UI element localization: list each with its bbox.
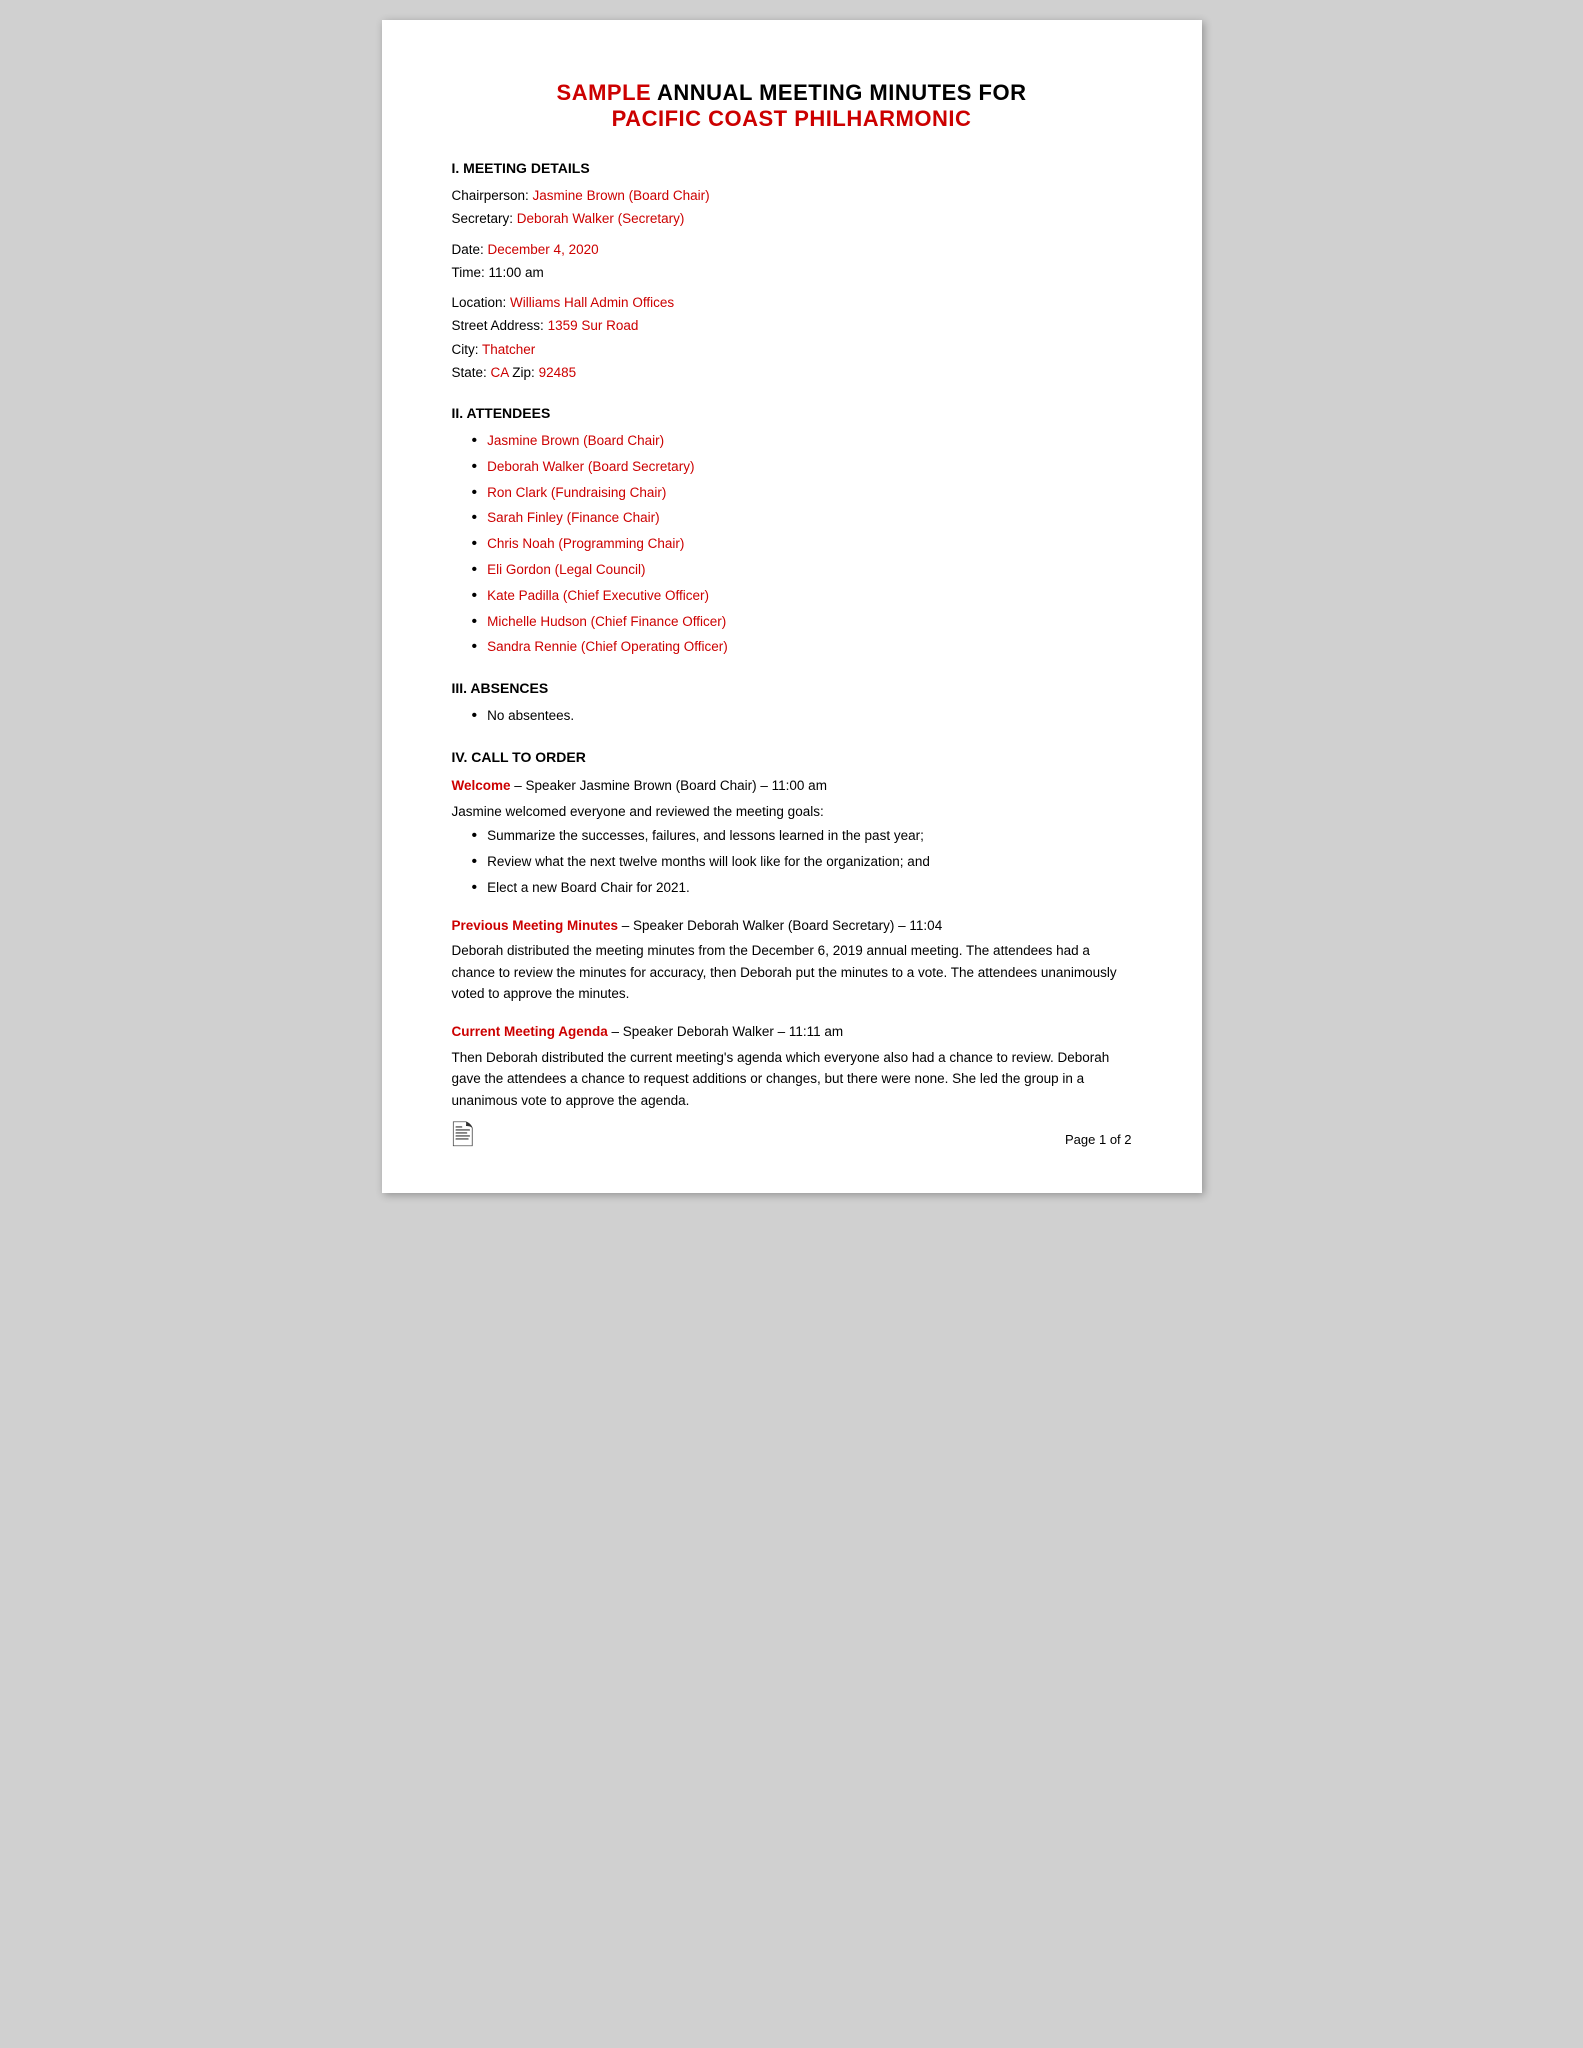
current-agenda-body: Then Deborah distributed the current mee… bbox=[452, 1047, 1132, 1112]
list-item: Sandra Rennie (Chief Operating Officer) bbox=[472, 637, 1132, 658]
section-heading-attendees: II. ATTENDEES bbox=[452, 405, 1132, 421]
document-page: SAMPLE ANNUAL MEETING MINUTES FOR PACIFI… bbox=[382, 20, 1202, 1193]
section-absences: III. ABSENCES No absentees. bbox=[452, 680, 1132, 727]
list-item: Kate Padilla (Chief Executive Officer) bbox=[472, 586, 1132, 607]
section-heading-meeting-details: I. MEETING DETAILS bbox=[452, 160, 1132, 176]
welcome-block: Welcome – Speaker Jasmine Brown (Board C… bbox=[452, 775, 1132, 899]
state-label: State: bbox=[452, 365, 491, 380]
street-line: Street Address: 1359 Sur Road bbox=[452, 316, 1132, 336]
list-item: Ron Clark (Fundraising Chair) bbox=[472, 483, 1132, 504]
list-item: Deborah Walker (Board Secretary) bbox=[472, 457, 1132, 478]
previous-minutes-bold-label: Previous Meeting Minutes bbox=[452, 918, 619, 933]
title-annual-rest: ANNUAL MEETING MINUTES FOR bbox=[651, 80, 1026, 105]
section-call-to-order: IV. CALL TO ORDER Welcome – Speaker Jasm… bbox=[452, 749, 1132, 1111]
absences-list: No absentees. bbox=[472, 706, 1132, 727]
street-label: Street Address: bbox=[452, 318, 548, 333]
list-item: Jasmine Brown (Board Chair) bbox=[472, 431, 1132, 452]
current-agenda-rest: Speaker Deborah Walker – 11:11 am bbox=[623, 1024, 843, 1039]
list-item: Elect a new Board Chair for 2021. bbox=[472, 878, 1132, 899]
location-value: Williams Hall Admin Offices bbox=[510, 295, 674, 310]
previous-minutes-dash: – bbox=[618, 918, 633, 933]
footer-page-number: Page 1 of 2 bbox=[1065, 1132, 1132, 1147]
current-agenda-block: Current Meeting Agenda – Speaker Deborah… bbox=[452, 1021, 1132, 1111]
section-attendees: II. ATTENDEES Jasmine Brown (Board Chair… bbox=[452, 405, 1132, 658]
secretary-label: Secretary: bbox=[452, 211, 517, 226]
footer-document-icon: 🖹 bbox=[452, 1115, 475, 1163]
section-heading-call-to-order: IV. CALL TO ORDER bbox=[452, 749, 1132, 765]
current-agenda-header: Current Meeting Agenda – Speaker Deborah… bbox=[452, 1021, 1132, 1043]
time-value: 11:00 am bbox=[489, 265, 544, 280]
welcome-dash: – bbox=[511, 778, 526, 793]
date-label: Date: bbox=[452, 242, 488, 257]
document-title: SAMPLE ANNUAL MEETING MINUTES FOR PACIFI… bbox=[452, 80, 1132, 132]
zip-value: 92485 bbox=[539, 365, 577, 380]
welcome-goals-list: Summarize the successes, failures, and l… bbox=[472, 826, 1132, 898]
previous-minutes-block: Previous Meeting Minutes – Speaker Debor… bbox=[452, 915, 1132, 1005]
location-line: Location: Williams Hall Admin Offices bbox=[452, 293, 1132, 313]
city-value: Thatcher bbox=[482, 342, 535, 357]
welcome-rest: Speaker Jasmine Brown (Board Chair) – 11… bbox=[526, 778, 827, 793]
welcome-bold-label: Welcome bbox=[452, 778, 511, 793]
secretary-line: Secretary: Deborah Walker (Secretary) bbox=[452, 209, 1132, 229]
previous-minutes-rest: Speaker Deborah Walker (Board Secretary)… bbox=[633, 918, 942, 933]
chairperson-line: Chairperson: Jasmine Brown (Board Chair) bbox=[452, 186, 1132, 206]
title-line1: SAMPLE ANNUAL MEETING MINUTES FOR bbox=[452, 80, 1132, 106]
chairperson-value: Jasmine Brown (Board Chair) bbox=[533, 188, 710, 203]
zip-label: Zip: bbox=[509, 365, 539, 380]
title-sample-word: SAMPLE bbox=[557, 80, 652, 105]
current-agenda-dash: – bbox=[608, 1024, 623, 1039]
page-footer: 🖹 Page 1 of 2 bbox=[452, 1115, 1132, 1163]
list-item: No absentees. bbox=[472, 706, 1132, 727]
city-label: City: bbox=[452, 342, 483, 357]
list-item: Sarah Finley (Finance Chair) bbox=[472, 508, 1132, 529]
street-value: 1359 Sur Road bbox=[548, 318, 639, 333]
state-zip-line: State: CA Zip: 92485 bbox=[452, 363, 1132, 383]
attendees-list: Jasmine Brown (Board Chair) Deborah Walk… bbox=[472, 431, 1132, 658]
welcome-intro: Jasmine welcomed everyone and reviewed t… bbox=[452, 801, 1132, 823]
welcome-header: Welcome – Speaker Jasmine Brown (Board C… bbox=[452, 775, 1132, 797]
date-value: December 4, 2020 bbox=[488, 242, 599, 257]
time-line: Time: 11:00 am bbox=[452, 263, 1132, 283]
section-meeting-details: I. MEETING DETAILS Chairperson: Jasmine … bbox=[452, 160, 1132, 383]
previous-minutes-header: Previous Meeting Minutes – Speaker Debor… bbox=[452, 915, 1132, 937]
time-label: Time: bbox=[452, 265, 489, 280]
secretary-value: Deborah Walker (Secretary) bbox=[517, 211, 685, 226]
chairperson-label: Chairperson: bbox=[452, 188, 533, 203]
list-item: Michelle Hudson (Chief Finance Officer) bbox=[472, 612, 1132, 633]
previous-minutes-body: Deborah distributed the meeting minutes … bbox=[452, 940, 1132, 1005]
title-line2: PACIFIC COAST PHILHARMONIC bbox=[452, 106, 1132, 132]
section-heading-absences: III. ABSENCES bbox=[452, 680, 1132, 696]
date-line: Date: December 4, 2020 bbox=[452, 240, 1132, 260]
state-value: CA bbox=[491, 365, 509, 380]
list-item: Chris Noah (Programming Chair) bbox=[472, 534, 1132, 555]
list-item: Summarize the successes, failures, and l… bbox=[472, 826, 1132, 847]
current-agenda-bold-label: Current Meeting Agenda bbox=[452, 1024, 608, 1039]
list-item: Eli Gordon (Legal Council) bbox=[472, 560, 1132, 581]
location-label: Location: bbox=[452, 295, 511, 310]
city-line: City: Thatcher bbox=[452, 340, 1132, 360]
list-item: Review what the next twelve months will … bbox=[472, 852, 1132, 873]
